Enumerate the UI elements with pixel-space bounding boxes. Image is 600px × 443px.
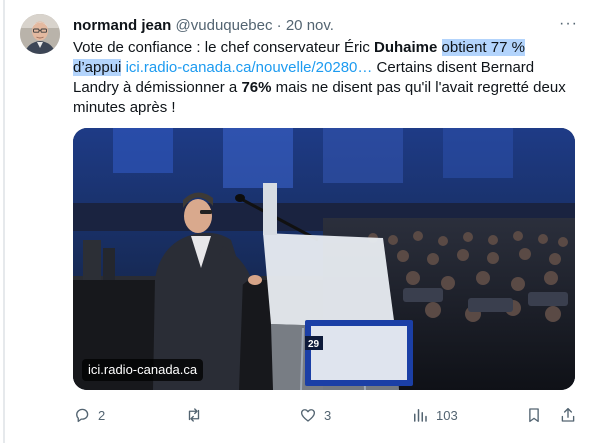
tweet-actions: 2 3 103 bbox=[73, 404, 578, 426]
retweet-icon bbox=[188, 408, 200, 422]
views-count: 103 bbox=[436, 407, 458, 423]
text-part: Vote de confiance : le chef conservateur… bbox=[73, 39, 375, 56]
text-highlight: d’appui bbox=[73, 59, 122, 76]
link-card-domain[interactable]: ici.radio-canada.ca bbox=[82, 359, 204, 381]
tweet-header: normand jean @vuduquebec · 20 nov. bbox=[73, 16, 580, 36]
text-bold-name: Duhaime bbox=[374, 39, 438, 56]
views-button[interactable]: 103 bbox=[411, 404, 458, 426]
text-highlight: obtient 77 % bbox=[441, 39, 525, 56]
tweet-card: normand jean @vuduquebec · 20 nov. ··· V… bbox=[0, 0, 600, 443]
monitor-number: 29 bbox=[308, 339, 320, 350]
text-space bbox=[437, 39, 441, 56]
text-bold-percent: 76% bbox=[241, 79, 272, 96]
bookmark-icon bbox=[529, 408, 539, 423]
retweet-button[interactable] bbox=[185, 404, 210, 426]
heart-icon bbox=[300, 409, 316, 422]
article-link[interactable]: ici.radio-canada.ca/nouvelle/20280… bbox=[126, 59, 373, 76]
header-separator: · bbox=[272, 17, 286, 34]
reply-button[interactable]: 2 bbox=[73, 404, 105, 426]
analytics-icon bbox=[414, 409, 427, 422]
reply-icon bbox=[76, 408, 89, 423]
author-handle[interactable]: @vuduquebec bbox=[176, 17, 273, 34]
like-count: 3 bbox=[324, 407, 332, 423]
reply-count: 2 bbox=[98, 407, 106, 423]
conference-photo: 29 bbox=[73, 128, 575, 390]
avatar-image bbox=[20, 14, 60, 54]
share-icon bbox=[561, 407, 575, 422]
avatar[interactable] bbox=[20, 14, 60, 54]
like-button[interactable]: 3 bbox=[299, 404, 331, 426]
share-button[interactable] bbox=[559, 404, 577, 426]
tweet-date[interactable]: 20 nov. bbox=[286, 17, 334, 34]
tweet-text: Vote de confiance : le chef conservateur… bbox=[73, 38, 583, 118]
thread-divider bbox=[3, 0, 5, 443]
link-card-image[interactable]: 29 ici.radio-canada.ca bbox=[73, 128, 575, 390]
author-name[interactable]: normand jean bbox=[73, 17, 171, 34]
more-options-icon[interactable]: ··· bbox=[559, 15, 578, 33]
bookmark-button[interactable] bbox=[525, 404, 543, 426]
